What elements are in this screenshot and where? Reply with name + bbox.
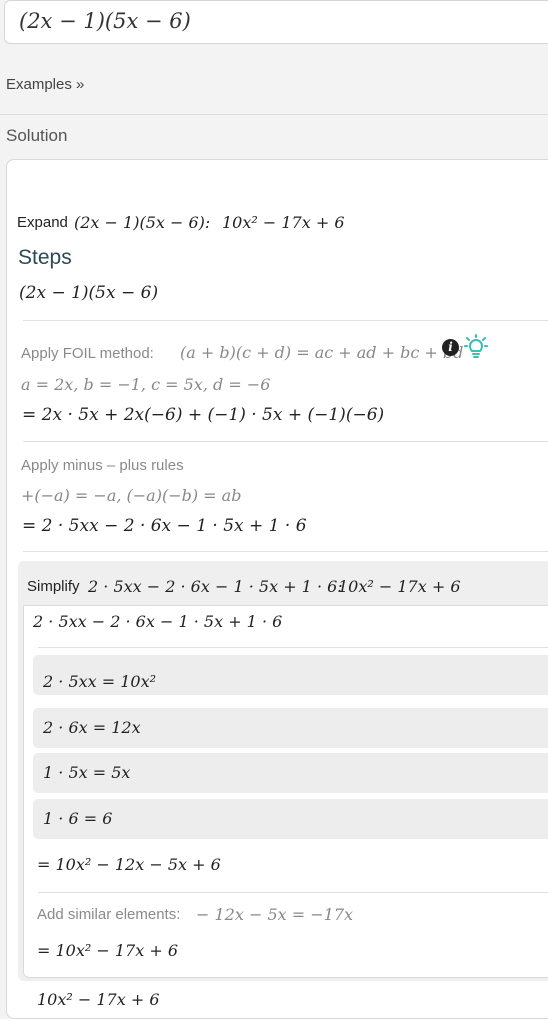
similar-elements-rule: − 12x − 5x = −17x (196, 905, 354, 924)
simplify-result: 10x² − 17x + 6 (338, 577, 461, 596)
simplify-start-expression: 2 · 5xx − 2 · 6x − 1 · 5x + 1 · 6 (33, 612, 283, 631)
minus-plus-label: Apply minus – plus rules (21, 457, 184, 474)
divider (23, 551, 548, 552)
steps-title: Steps (18, 246, 72, 269)
info-icon[interactable]: i (442, 339, 459, 356)
simplify-expression: 2 · 5xx − 2 · 6x − 1 · 5x + 1 · 6: (88, 577, 343, 596)
solution-title: Solution (6, 126, 68, 145)
after-substeps-result: = 10x² − 12x − 5x + 6 (37, 855, 221, 874)
expand-expression: (2x − 1)(5x − 6): (74, 213, 211, 232)
minus-plus-rule: +(−a) = −a, (−a)(−b) = ab (21, 486, 242, 505)
divider (38, 647, 548, 648)
expression-input[interactable]: (2x − 1)(5x − 6) (4, 0, 548, 44)
substep-1: 2 · 5xx = 10x² (43, 672, 157, 691)
lightbulb-icon[interactable] (464, 334, 488, 360)
simplify-final-result: = 10x² − 17x + 6 (37, 941, 179, 960)
divider (23, 441, 548, 442)
foil-rule: (a + b)(c + d) = ac + ad + bc + bd (180, 343, 464, 362)
substep-4: 1 · 6 = 6 (43, 809, 113, 828)
divider (0, 114, 548, 115)
examples-link[interactable]: Examples » (6, 76, 84, 93)
substep-2: 2 · 6x = 12x (43, 718, 141, 737)
minus-plus-result: = 2 · 5xx − 2 · 6x − 1 · 5x + 1 · 6 (22, 516, 307, 536)
similar-elements-label: Add similar elements: (37, 906, 181, 923)
substep-3: 1 · 5x = 5x (43, 763, 131, 782)
steps-start-expression: (2x − 1)(5x − 6) (19, 283, 159, 303)
foil-variables: a = 2x, b = −1, c = 5x, d = −6 (21, 375, 271, 394)
expand-label: Expand (17, 214, 68, 231)
expression-input-value: (2x − 1)(5x − 6) (19, 9, 191, 33)
bottom-result: 10x² − 17x + 6 (37, 990, 160, 1009)
foil-result: = 2x · 5x + 2x(−6) + (−1) · 5x + (−1)(−6… (22, 405, 385, 425)
simplify-label: Simplify (27, 578, 80, 595)
divider (23, 320, 548, 321)
divider (38, 892, 548, 893)
foil-label: Apply FOIL method: (21, 345, 154, 362)
expand-result: 10x² − 17x + 6 (222, 213, 345, 232)
